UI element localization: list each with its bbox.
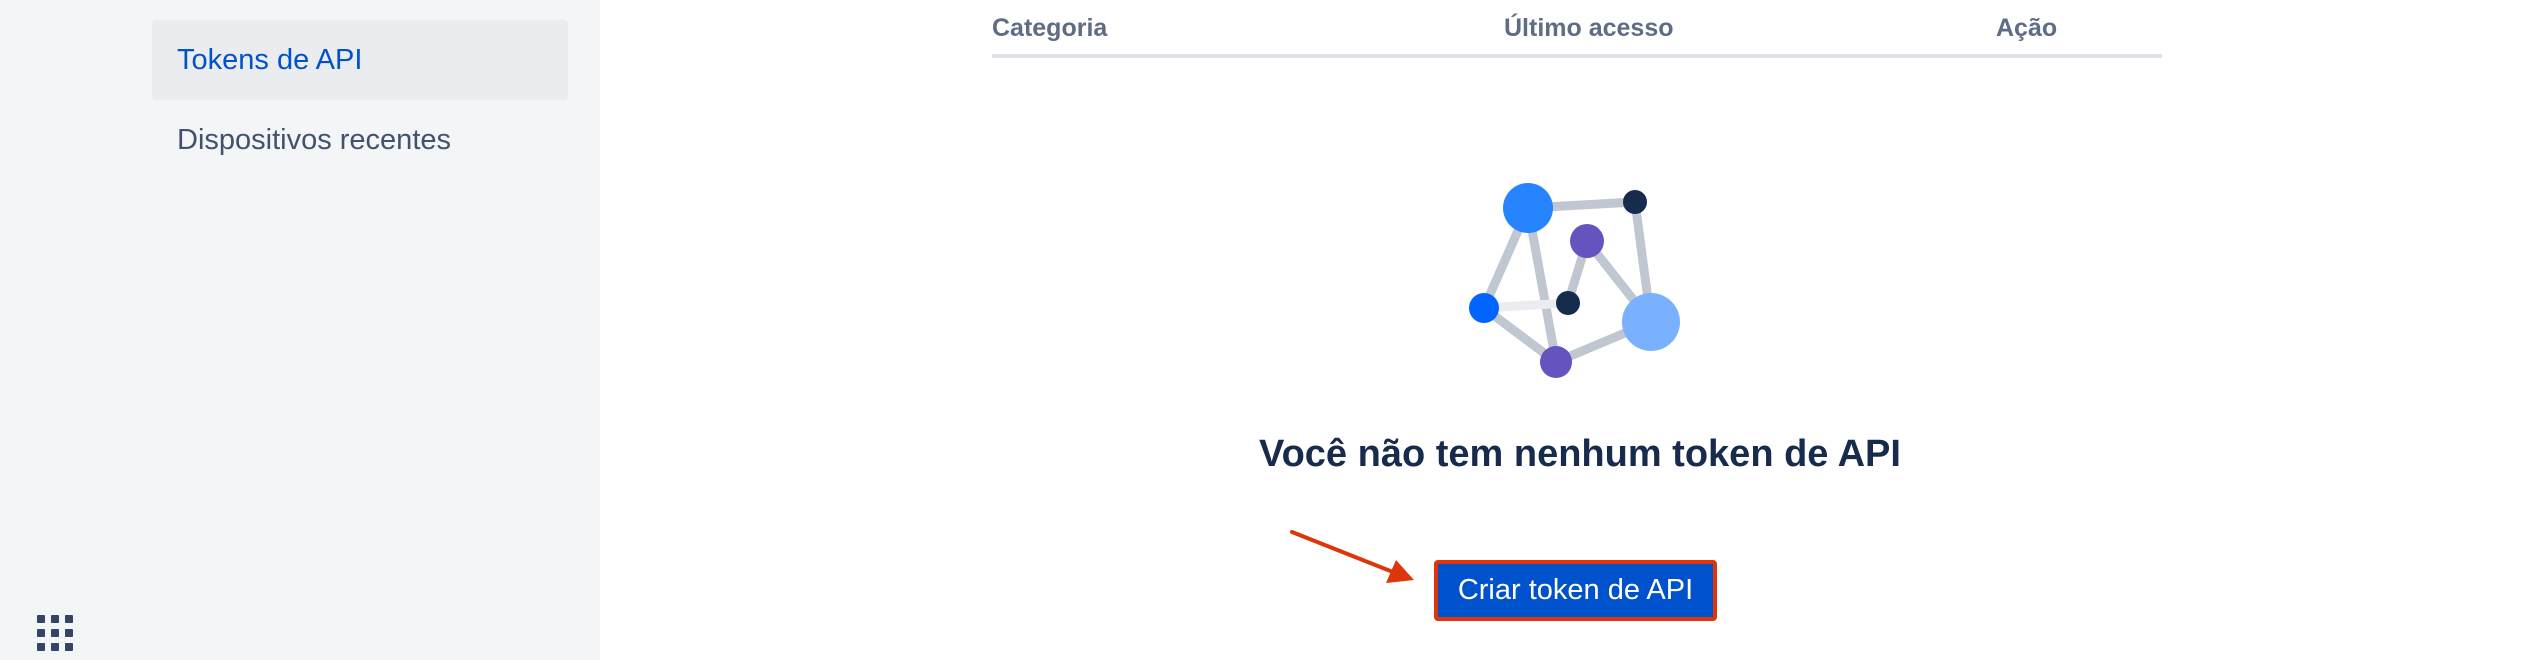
column-header-category: Categoria bbox=[992, 14, 1108, 42]
sidebar-item-label: Tokens de API bbox=[177, 43, 363, 76]
table-header: Categoria Último acesso Ação bbox=[992, 0, 2162, 58]
column-header-action: Ação bbox=[1996, 14, 2058, 42]
sidebar-item-label: Dispositivos recentes bbox=[177, 123, 451, 156]
empty-state-title: Você não tem nenhum token de API bbox=[1259, 433, 1901, 475]
sidebar-item-recent-devices[interactable]: Dispositivos recentes bbox=[152, 100, 568, 180]
create-api-token-button[interactable]: Criar token de API bbox=[1434, 560, 1717, 621]
column-header-last-access: Último acesso bbox=[1504, 14, 1674, 42]
sidebar-item-api-tokens[interactable]: Tokens de API bbox=[152, 20, 568, 100]
network-nodes-illustration-icon bbox=[1469, 183, 1680, 378]
red-arrow-icon bbox=[1290, 530, 1414, 583]
app-switcher-icon[interactable] bbox=[37, 615, 73, 651]
sidebar: Tokens de API Dispositivos recentes bbox=[0, 0, 600, 660]
